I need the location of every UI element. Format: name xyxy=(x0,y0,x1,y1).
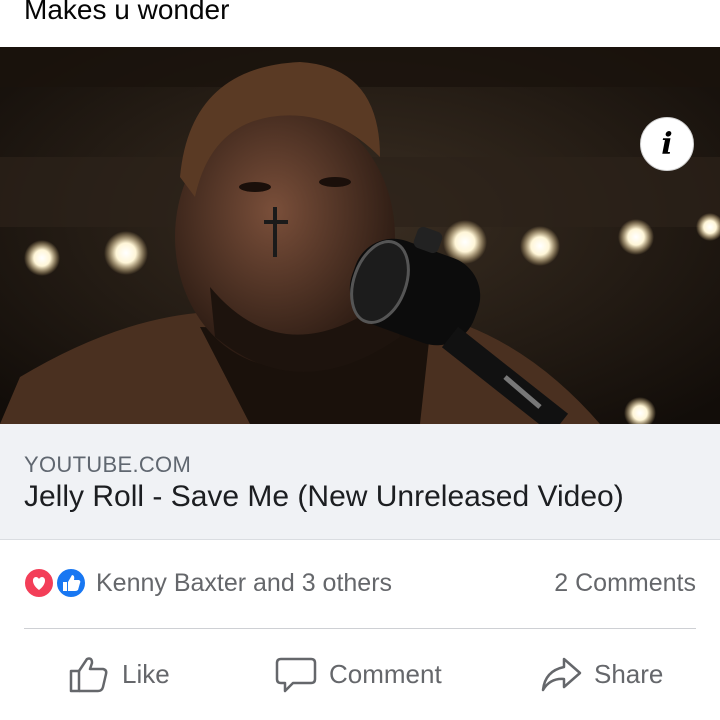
like-button[interactable]: Like xyxy=(68,651,170,697)
reactions-bar: Kenny Baxter and 3 others 2 Comments xyxy=(0,540,720,628)
post-text: Makes u wonder xyxy=(24,0,230,25)
link-domain: YOUTUBE.COM xyxy=(24,452,192,477)
info-icon[interactable]: i xyxy=(640,117,694,171)
comment-button[interactable]: Comment xyxy=(275,651,442,697)
comment-count[interactable]: 2 Comments xyxy=(554,569,696,598)
share-label: Share xyxy=(594,658,664,689)
thumbs-up-icon xyxy=(69,657,108,693)
comment-icon xyxy=(275,657,317,693)
link-preview[interactable]: YOUTUBE.COM Jelly Roll - Save Me (New Un… xyxy=(0,424,720,540)
share-button[interactable]: Share xyxy=(540,651,663,697)
action-bar: Like Comment Share xyxy=(0,629,720,720)
love-reaction-icon xyxy=(23,567,55,599)
share-icon xyxy=(541,657,582,692)
link-title[interactable]: Jelly Roll - Save Me (New Unreleased Vid… xyxy=(24,480,624,514)
reaction-names[interactable]: Kenny Baxter and 3 others xyxy=(96,569,392,598)
thumbnail-image xyxy=(0,47,720,424)
like-reaction-icon xyxy=(55,567,87,599)
video-thumbnail[interactable]: i xyxy=(0,47,720,424)
like-label: Like xyxy=(122,658,170,689)
comment-label: Comment xyxy=(329,658,442,689)
reaction-icons[interactable] xyxy=(23,567,89,599)
